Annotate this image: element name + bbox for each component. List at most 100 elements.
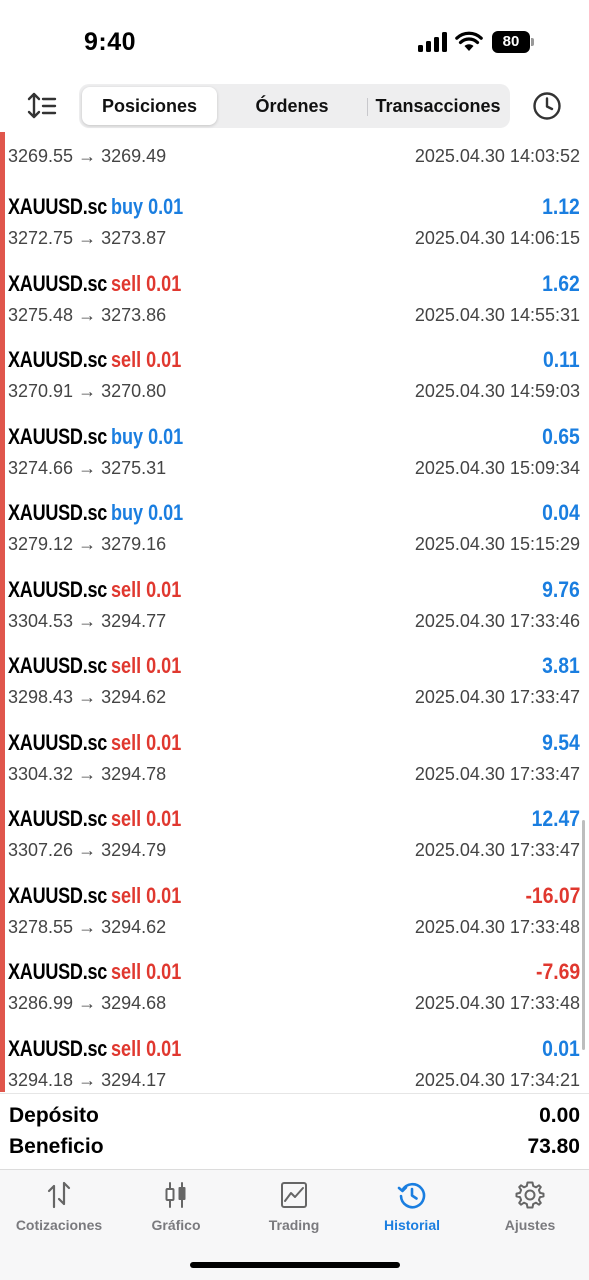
deal-row[interactable]: XAUUSD.sc sell 0.01 -7.69 3286.99 → 3294.68… [0,947,589,1024]
deal-row[interactable]: XAUUSD.sc sell 0.01 12.47 3307.26 → 3294.79… [0,794,589,871]
profit-label: Beneficio [9,1135,104,1158]
deposit-value: 0.00 [539,1104,580,1127]
deal-row[interactable]: XAUUSD.sc sell 0.01 9.54 3304.32 → 3294.78 2… [0,718,589,795]
deal-prices: 3304.53 → 3294.77 [8,610,167,631]
deal-datetime: 2025.04.30 15:09:34 [414,457,580,478]
deal-datetime: 2025.04.30 15:15:29 [414,534,580,554]
chart-icon [165,1182,186,1208]
deal-side: sell [110,806,141,831]
deal-symbol: XAUUSD.sc [8,194,108,219]
deal-datetime: 2025.04.30 17:33:46 [414,610,580,631]
deal-datetime: 2025.04.30 17:33:48 [414,993,580,1013]
deal-title: XAUUSD.sc sell 0.01 [8,577,196,609]
deal-profit: 0.01 [542,1035,580,1061]
deal-volume: 0.01 [145,653,182,678]
segment-divider [367,98,368,116]
summary-panel: Depósito 0.00 Beneficio 73.80 [0,1093,589,1169]
deal-row[interactable]: XAUUSD.sc sell 0.01 1.62 3275.48 → 3273.86 2… [0,259,589,336]
deal-title: XAUUSD.sc sell 0.01 [8,806,196,838]
deal-datetime: 2025.04.30 14:55:31 [414,304,580,325]
status-time: 9:40 [84,28,137,56]
deal-prices: 3279.12 → 3279.16 [8,534,167,554]
deal-symbol: XAUUSD.sc [8,729,108,755]
deal-prices: 3307.26 → 3294.79 [8,840,167,860]
deal-side: buy [110,423,143,449]
deal-datetime: 2025.04.30 17:33:47 [414,687,580,707]
deal-side-volume: buy 0.01 [111,194,183,220]
tab-trading[interactable]: Trading [235,1170,353,1244]
history-toolbar: Posiciones Órdenes Transacciones [0,80,589,132]
deal-side-volume: buy 0.01 [111,424,183,450]
deal-list[interactable]: 3269.55 → 3269.49 2025.04.30 14:03:52 XAUU… [0,132,589,1092]
deal-profit: 1.12 [542,194,580,219]
deal-volume: 0.01 [147,423,184,449]
deal-title: XAUUSD.sc sell 0.01 [8,883,196,915]
deal-profit: 0.11 [543,347,580,372]
deal-side: sell [110,576,141,602]
deal-row[interactable]: XAUUSD.sc sell 0.01 0.01 3294.18 → 3294.17 2… [0,1024,589,1093]
quotes-icon [47,1181,71,1209]
tab-settings[interactable]: Ajustes [471,1170,589,1244]
deal-side-volume: sell 0.01 [111,653,181,679]
tab-settings-label: Ajustes [504,1217,556,1233]
wifi-icon [455,31,483,51]
deal-side: sell [110,270,141,296]
deal-prices: 3275.48 → 3273.86 [8,304,167,325]
deal-side-volume: sell 0.01 [111,577,181,603]
deal-volume: 0.01 [145,729,182,755]
deal-row[interactable]: XAUUSD.sc sell 0.01 3.81 3298.43 → 3294.62 2… [0,641,589,718]
deal-profit: 9.76 [542,576,580,602]
clock-icon[interactable] [531,90,563,122]
history-icon [397,1182,426,1209]
deal-datetime: 2025.04.30 14:06:15 [414,228,580,248]
deal-row[interactable]: XAUUSD.sc buy 0.01 0.04 3279.12 → 3279.16 20… [0,488,589,565]
deal-datetime: 2025.04.30 17:34:21 [414,1069,580,1090]
sort-icon[interactable] [26,90,58,122]
deal-title: XAUUSD.sc buy 0.01 [8,500,199,532]
home-indicator [190,1262,400,1268]
deal-side: sell [110,1035,141,1061]
deposit-label: Depósito [9,1104,99,1127]
deal-row[interactable]: XAUUSD.sc sell 0.01 9.76 3304.53 → 3294.77 2… [0,565,589,642]
tab-deals[interactable]: Transacciones [369,87,507,125]
deal-profit: 0.04 [542,500,580,525]
deal-row[interactable]: XAUUSD.sc buy 0.01 1.12 3272.75 → 3273.87 20… [0,182,589,259]
deal-prices: 3298.43 → 3294.62 [8,687,167,707]
deal-prices: 3274.66 → 3275.31 [8,457,167,478]
deal-title: XAUUSD.sc buy 0.01 [8,194,199,226]
deal-profit: 3.81 [542,653,580,678]
deal-row[interactable]: XAUUSD.sc buy 0.01 0.65 3274.66 → 3275.31 20… [0,412,589,489]
deal-row[interactable]: 3269.55 → 3269.49 2025.04.30 14:03:52 [0,132,589,182]
deal-side: buy [110,500,143,525]
deal-title: XAUUSD.sc sell 0.01 [8,959,196,991]
deal-datetime: 2025.04.30 17:33:48 [414,916,580,937]
deal-side: sell [110,653,141,678]
deal-profit: 1.62 [542,270,580,296]
battery-icon: 80 [492,31,534,53]
deal-row[interactable]: XAUUSD.sc sell 0.01 -16.07 3278.55 → 3294.6… [0,871,589,948]
deal-title: XAUUSD.sc buy 0.01 [8,424,199,456]
tab-quotes[interactable]: Cotizaciones [0,1170,118,1244]
deal-volume: 0.01 [145,806,182,831]
tab-positions[interactable]: Posiciones [82,87,217,125]
tab-chart-label: Gráfico [151,1217,201,1233]
tab-history[interactable]: Historial [353,1170,471,1244]
deal-symbol: XAUUSD.sc [8,1035,108,1061]
tab-chart[interactable]: Gráfico [117,1170,235,1244]
deal-volume: 0.01 [145,576,182,602]
deal-side-volume: sell 0.01 [111,806,181,832]
deal-prices: 3269.55 → 3269.49 [8,146,167,166]
deal-symbol: XAUUSD.sc [8,423,108,449]
deal-side-volume: buy 0.01 [111,500,183,526]
view-segmented-control: Posiciones Órdenes Transacciones [79,84,510,128]
scrollbar[interactable] [582,820,585,1050]
deal-title: XAUUSD.sc sell 0.01 [8,730,196,762]
deal-profit: 9.54 [542,729,580,755]
deal-symbol: XAUUSD.sc [8,882,108,908]
deal-volume: 0.01 [145,959,182,984]
deal-volume: 0.01 [147,500,184,525]
deal-volume: 0.01 [145,1035,182,1061]
tab-orders[interactable]: Órdenes [221,87,363,125]
deal-row[interactable]: XAUUSD.sc sell 0.01 0.11 3270.91 → 3270.80 2… [0,335,589,412]
deal-side-volume: sell 0.01 [111,959,181,985]
